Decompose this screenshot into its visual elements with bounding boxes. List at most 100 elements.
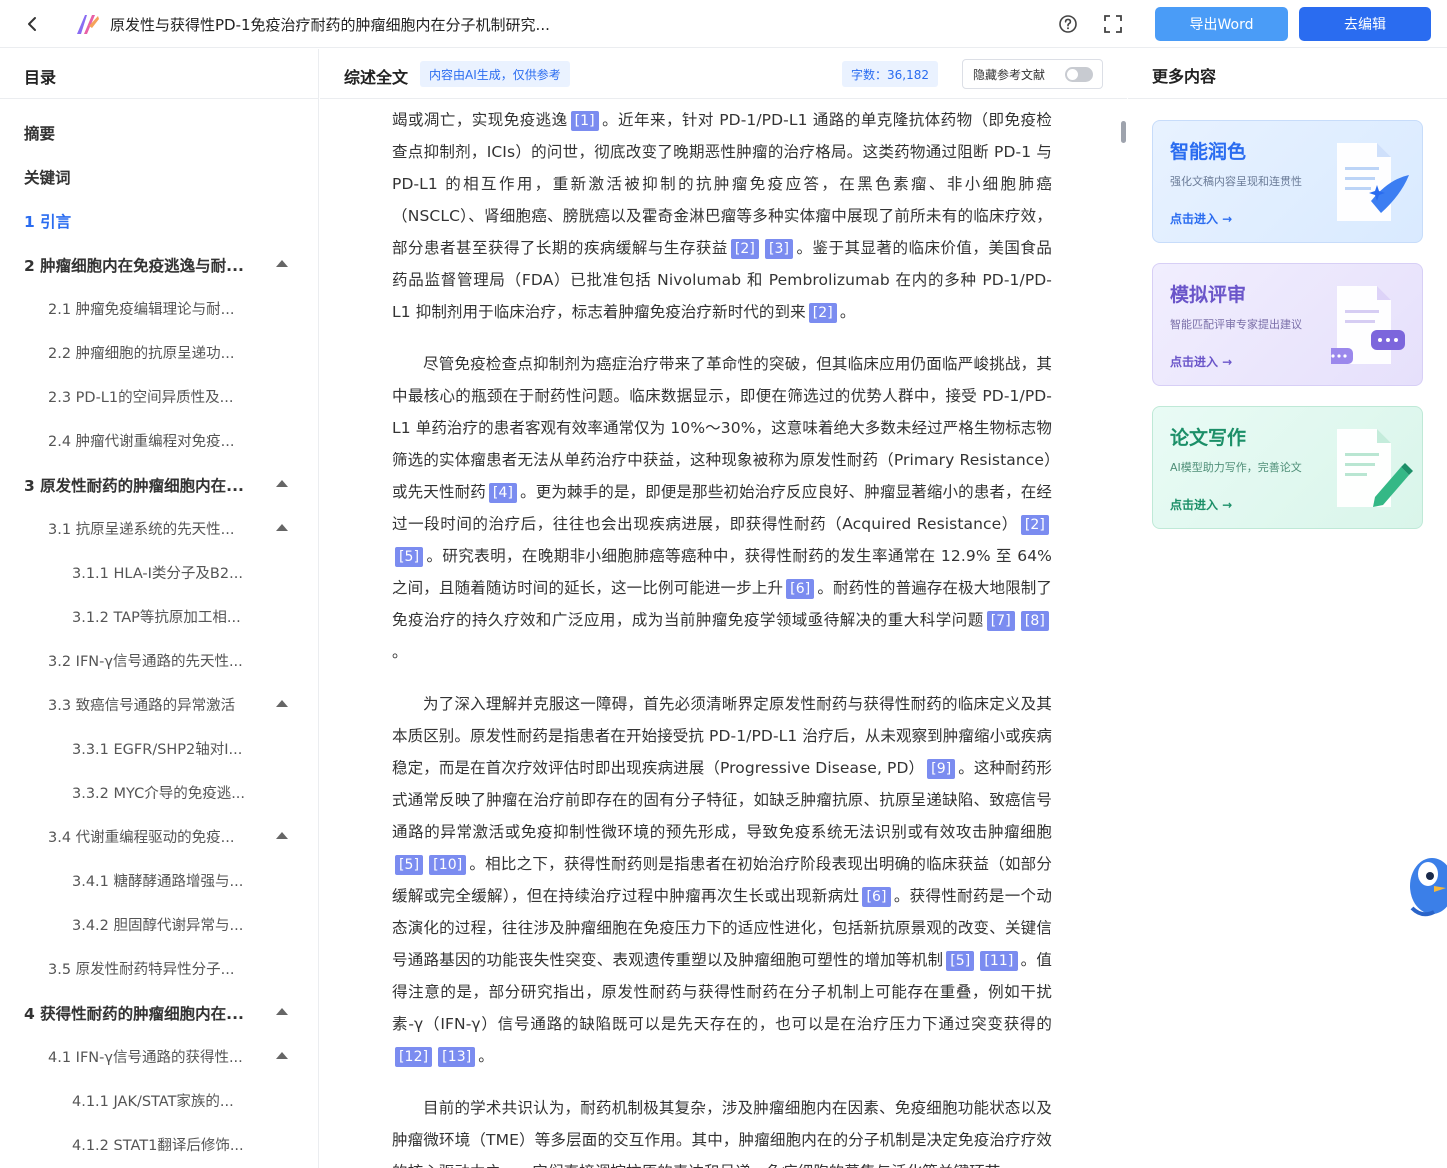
citation-link[interactable]: [6]: [786, 579, 815, 599]
toc-item[interactable]: 1 引言: [0, 198, 318, 242]
go-edit-button[interactable]: 去编辑: [1299, 7, 1431, 41]
article-header: 综述全文 内容由AI生成，仅供参考 字数：36,182 隐藏参考文献: [320, 49, 1127, 99]
toc-item-label: 3.3.1 EGFR/SHP2轴对I...: [72, 742, 243, 758]
card-description: AI模型助力写作，完善论文: [1170, 461, 1302, 474]
collapse-arrow-icon[interactable]: [276, 1008, 288, 1015]
toc-item[interactable]: 4.1 IFN-γ信号通路的获得性...: [0, 1034, 318, 1078]
toc-item[interactable]: 3.3.1 EGFR/SHP2轴对I...: [0, 726, 318, 770]
toc-item[interactable]: 3.2 IFN-γ信号通路的先天性...: [0, 638, 318, 682]
toc-item-label: 2.4 肿瘤代谢重编程对免疫...: [48, 434, 235, 450]
collapse-arrow-icon[interactable]: [276, 260, 288, 267]
paragraph-text: 竭或凋亡，实现免疫逃逸: [392, 111, 568, 129]
toc-item[interactable]: 关键词: [0, 154, 318, 198]
fullscreen-icon[interactable]: [1103, 14, 1123, 34]
toc-item[interactable]: 3.1.2 TAP等抗原加工相...: [0, 594, 318, 638]
toc-item[interactable]: 4.1.2 STAT1翻译后修饰...: [0, 1122, 318, 1166]
toc-item[interactable]: 4 获得性耐药的肿瘤细胞内在...: [0, 990, 318, 1034]
toc-item[interactable]: 3.1 抗原呈递系统的先天性...: [0, 506, 318, 550]
export-word-button[interactable]: 导出Word: [1155, 7, 1288, 41]
review-card[interactable]: 模拟评审 智能匹配评审专家提出建议 点击进入 →: [1152, 263, 1423, 386]
citation-link[interactable]: [7]: [986, 611, 1015, 631]
citation-link[interactable]: [2]: [808, 303, 837, 323]
document-chat-icon: [1331, 286, 1405, 364]
card-enter-link[interactable]: 点击进入 →: [1170, 496, 1232, 513]
ai-generated-badge: 内容由AI生成，仅供参考: [420, 61, 570, 87]
toc-item[interactable]: 摘要: [0, 110, 318, 154]
card-title: 模拟评审: [1170, 284, 1247, 306]
article-body: 竭或凋亡，实现免疫逃逸 [1] 。近年来，针对 PD-1/PD-L1 通路的单克隆抗…: [392, 104, 1052, 1168]
paragraph-text: 尽管免疫检查点抑制剂为癌症治疗带来了革命性的突破，但其临床应用仍面临严峻挑战，其…: [392, 355, 1052, 501]
collapse-arrow-icon[interactable]: [276, 700, 288, 707]
citation-link[interactable]: [4]: [488, 483, 518, 503]
assistant-mascot-icon[interactable]: [1404, 852, 1447, 918]
top-bar: 原发性与获得性PD-1免疫治疗耐药的肿瘤细胞内在分子机制研究... 导出Word…: [0, 0, 1447, 48]
toc-item[interactable]: 3 原发性耐药的肿瘤细胞内在...: [0, 462, 318, 506]
citation-link[interactable]: [5]: [395, 547, 424, 567]
citation-link[interactable]: [11]: [980, 951, 1018, 971]
collapse-arrow-icon[interactable]: [276, 832, 288, 839]
citation-link[interactable]: [2]: [1020, 515, 1049, 535]
citation-link[interactable]: [6]: [862, 887, 891, 907]
paragraph-text: 。近年来，针对 PD-1/PD-L1 通路的单克隆抗体药物（即免疫检查点抑制剂，…: [392, 111, 1052, 257]
collapse-arrow-icon[interactable]: [276, 1052, 288, 1059]
toc-item-label: 2 肿瘤细胞内在免疫逃逸与耐...: [24, 257, 244, 275]
article-title: 综述全文: [344, 68, 409, 87]
word-count-badge: 字数：36,182: [842, 61, 938, 87]
citation-link[interactable]: [12]: [395, 1047, 433, 1067]
hide-references-label: 隐藏参考文献: [973, 67, 1046, 82]
toc-item-label: 4.1.2 STAT1翻译后修饰...: [72, 1138, 244, 1154]
citation-link[interactable]: [2]: [730, 239, 759, 259]
toc-item[interactable]: 3.1.1 HLA-I类分子及B2...: [0, 550, 318, 594]
question-circle-icon[interactable]: [1058, 14, 1078, 34]
citation-link[interactable]: [5]: [395, 855, 424, 875]
chevron-left-icon: [28, 17, 36, 31]
card-title: 论文写作: [1170, 427, 1247, 449]
card-enter-link[interactable]: 点击进入 →: [1170, 353, 1232, 370]
toc-item-label: 3.1.2 TAP等抗原加工相...: [72, 610, 241, 626]
paragraph-text: 。: [478, 1047, 494, 1065]
citation-link[interactable]: [13]: [438, 1047, 476, 1067]
toc-item[interactable]: 2 肿瘤细胞内在免疫逃逸与耐...: [0, 242, 318, 286]
collapse-arrow-icon[interactable]: [276, 480, 288, 487]
toc-item[interactable]: 4.1.1 JAK/STAT家族的...: [0, 1078, 318, 1122]
citation-link[interactable]: [8]: [1020, 611, 1049, 631]
collapse-arrow-icon[interactable]: [276, 524, 288, 531]
toc-item[interactable]: 3.5 原发性耐药特异性分子...: [0, 946, 318, 990]
toc-item[interactable]: 2.3 PD-L1的空间异质性及...: [0, 374, 318, 418]
toc-item[interactable]: 3.3 致癌信号通路的异常激活: [0, 682, 318, 726]
polish-card[interactable]: 智能润色 强化文稿内容呈现和连贯性 点击进入 →: [1152, 120, 1423, 243]
toc-item[interactable]: 2.4 肿瘤代谢重编程对免疫...: [0, 418, 318, 462]
citation-link[interactable]: [3]: [764, 239, 794, 259]
document-title: 原发性与获得性PD-1免疫治疗耐药的肿瘤细胞内在分子机制研究...: [110, 16, 550, 34]
card-description: 智能匹配评审专家提出建议: [1170, 318, 1302, 331]
table-of-contents: 目录 摘要关键词 1 引言 2 肿瘤细胞内在免疫逃逸与耐... 2.1 肿瘤免疫编辑理…: [0, 49, 319, 1168]
toc-item[interactable]: 3.4 代谢重编程驱动的免疫...: [0, 814, 318, 858]
back-button[interactable]: [20, 12, 44, 36]
citation-link[interactable]: [1]: [570, 111, 599, 131]
toc-item[interactable]: 3.3.2 MYC介导的免疫逃...: [0, 770, 318, 814]
toc-item-label: 4 获得性耐药的肿瘤细胞内在...: [24, 1005, 244, 1023]
article-paragraph: 为了深入理解并克服这一障碍，首先必须清晰界定原发性耐药与获得性耐药的临床定义及其…: [392, 688, 1052, 1072]
toc-item-label: 3.3.2 MYC介导的免疫逃...: [72, 786, 246, 802]
toc-heading: 目录: [0, 49, 318, 99]
citation-link[interactable]: [10]: [429, 855, 467, 875]
citation-link[interactable]: [5]: [946, 951, 975, 971]
toc-item-label: 3.1.1 HLA-I类分子及B2...: [72, 566, 243, 582]
toc-item-label: 关键词: [24, 169, 71, 187]
toggle-switch[interactable]: [1065, 67, 1093, 82]
card-title: 智能润色: [1170, 141, 1247, 163]
article-panel: 综述全文 内容由AI生成，仅供参考 字数：36,182 隐藏参考文献 竭或凋亡，…: [320, 49, 1127, 1168]
toc-item-label: 3.4 代谢重编程驱动的免疫...: [48, 830, 235, 846]
toc-item[interactable]: 3.4.1 糖酵酵通路增强与...: [0, 858, 318, 902]
scrollbar-thumb[interactable]: [1121, 121, 1126, 143]
toc-item[interactable]: 2.1 肿瘤免疫编辑理论与耐...: [0, 286, 318, 330]
writing-card[interactable]: 论文写作 AI模型助力写作，完善论文 点击进入 →: [1152, 406, 1423, 529]
toc-item-label: 3 原发性耐药的肿瘤细胞内在...: [24, 477, 244, 495]
citation-link[interactable]: [9]: [927, 759, 956, 779]
toc-item-label: 1 引言: [24, 213, 72, 231]
toc-item[interactable]: 3.4.2 胆固醇代谢异常与...: [0, 902, 318, 946]
card-enter-link[interactable]: 点击进入 →: [1170, 210, 1232, 227]
toc-item[interactable]: 2.2 肿瘤细胞的抗原呈递功...: [0, 330, 318, 374]
app-logo: [77, 15, 99, 34]
hide-references-toggle[interactable]: 隐藏参考文献: [962, 59, 1103, 89]
